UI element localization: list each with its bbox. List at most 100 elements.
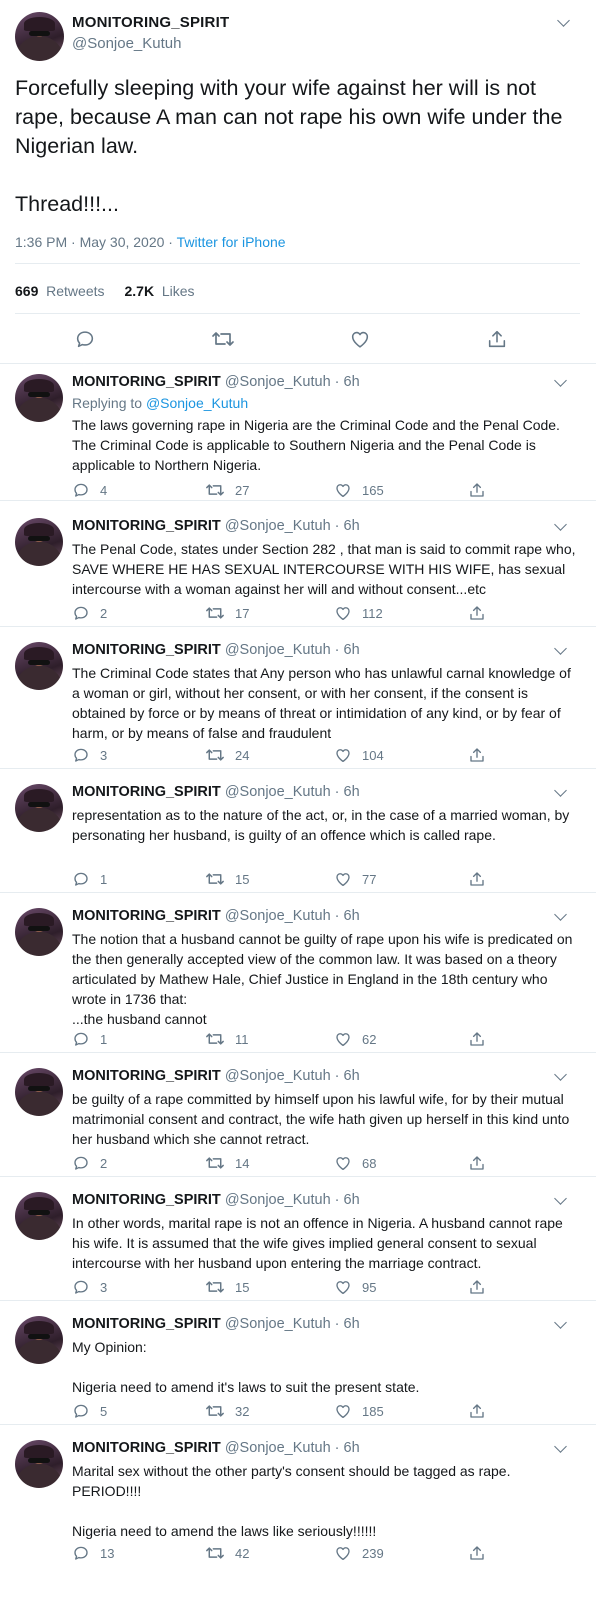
retweet-button[interactable]: 27 [205, 481, 249, 499]
chevron-down-icon[interactable] [554, 1316, 567, 1329]
chevron-down-icon[interactable] [554, 1440, 567, 1453]
chevron-down-icon[interactable] [554, 908, 567, 921]
author-handle-time[interactable]: @Sonjoe_Kutuh · 6h [225, 1440, 360, 1456]
reply-actions: 3 15 95 [72, 1278, 492, 1296]
reply-tweet[interactable]: MONITORING_SPIRIT @Sonjoe_Kutuh · 6h My O… [0, 1310, 596, 1428]
retweet-button[interactable]: 17 [205, 604, 249, 622]
like-button[interactable]: 239 [334, 1544, 384, 1562]
author-name[interactable]: MONITORING_SPIRIT [72, 1192, 221, 1208]
avatar[interactable] [15, 784, 63, 832]
reply-tweet[interactable]: MONITORING_SPIRIT @Sonjoe_Kutuh · 6h Repl… [0, 368, 596, 504]
author-name[interactable]: MONITORING_SPIRIT [72, 1440, 221, 1456]
retweet-button[interactable]: 11 [205, 1030, 249, 1048]
reply-header: MONITORING_SPIRIT @Sonjoe_Kutuh · 6h [72, 1192, 360, 1208]
author-handle-time[interactable]: @Sonjoe_Kutuh · 6h [225, 642, 360, 658]
author-name[interactable]: MONITORING_SPIRIT [72, 14, 229, 31]
avatar[interactable] [15, 374, 63, 422]
chevron-down-icon[interactable] [554, 784, 567, 797]
share-button[interactable] [468, 604, 486, 622]
chevron-down-icon[interactable] [554, 1192, 567, 1205]
like-button[interactable]: 77 [334, 870, 376, 888]
reply-button[interactable]: 3 [72, 1278, 107, 1296]
reply-tweet[interactable]: MONITORING_SPIRIT @Sonjoe_Kutuh · 6h The … [0, 512, 596, 630]
reply-tweet[interactable]: MONITORING_SPIRIT @Sonjoe_Kutuh · 6h In o… [0, 1186, 596, 1304]
retweets-stat[interactable]: 669 Retweets [15, 283, 105, 299]
like-button[interactable]: 104 [334, 746, 384, 764]
heart-icon[interactable] [349, 328, 371, 350]
reply-tweet[interactable]: MONITORING_SPIRIT @Sonjoe_Kutuh · 6h The … [0, 902, 596, 1056]
reply-button[interactable]: 5 [72, 1402, 107, 1420]
author-name[interactable]: MONITORING_SPIRIT [72, 1068, 221, 1084]
reply-button[interactable]: 2 [72, 604, 107, 622]
author-handle-time[interactable]: @Sonjoe_Kutuh · 6h [225, 1316, 360, 1332]
avatar[interactable] [15, 1440, 63, 1488]
chevron-down-icon[interactable] [557, 14, 570, 27]
share-button[interactable] [468, 481, 486, 499]
reply-text: Marital sex without the other party's co… [72, 1463, 511, 1539]
avatar[interactable] [15, 642, 63, 690]
avatar[interactable] [15, 12, 64, 61]
share-button[interactable] [468, 870, 486, 888]
share-button[interactable] [468, 1402, 486, 1420]
reply-tweet[interactable]: MONITORING_SPIRIT @Sonjoe_Kutuh · 6h repr… [0, 778, 596, 896]
heart-icon [334, 1154, 352, 1172]
reply-button[interactable]: 1 [72, 1030, 107, 1048]
like-count: 239 [362, 1545, 384, 1561]
retweet-button[interactable]: 15 [205, 1278, 249, 1296]
chevron-down-icon[interactable] [554, 518, 567, 531]
avatar[interactable] [15, 908, 63, 956]
reply-tweet[interactable]: MONITORING_SPIRIT @Sonjoe_Kutuh · 6h The … [0, 636, 596, 772]
reply-tweet[interactable]: MONITORING_SPIRIT @Sonjoe_Kutuh · 6h Mari… [0, 1434, 596, 1570]
author-name[interactable]: MONITORING_SPIRIT [72, 1316, 221, 1332]
like-button[interactable]: 62 [334, 1030, 376, 1048]
author-name[interactable]: MONITORING_SPIRIT [72, 518, 221, 534]
share-button[interactable] [468, 1154, 486, 1172]
share-button[interactable] [468, 1544, 486, 1562]
share-button[interactable] [468, 746, 486, 764]
like-button[interactable]: 112 [334, 604, 383, 622]
reply-button[interactable]: 4 [72, 481, 107, 499]
retweet-button[interactable]: 14 [205, 1154, 249, 1172]
reply-button[interactable]: 13 [72, 1544, 114, 1562]
share-icon[interactable] [486, 328, 508, 350]
author-handle[interactable]: @Sonjoe_Kutuh [72, 35, 181, 52]
share-button[interactable] [468, 1030, 486, 1048]
reply-button[interactable]: 3 [72, 746, 107, 764]
reply-icon[interactable] [74, 328, 96, 350]
retweet-button[interactable]: 42 [205, 1544, 249, 1562]
reply-button[interactable]: 2 [72, 1154, 107, 1172]
reply-tweet[interactable]: MONITORING_SPIRIT @Sonjoe_Kutuh · 6h be g… [0, 1062, 596, 1180]
reply-button[interactable]: 1 [72, 870, 107, 888]
avatar[interactable] [15, 1068, 63, 1116]
avatar[interactable] [15, 1192, 63, 1240]
reply-count: 4 [100, 482, 108, 498]
author-name[interactable]: MONITORING_SPIRIT [72, 374, 221, 390]
chevron-down-icon[interactable] [554, 374, 567, 387]
likes-stat[interactable]: 2.7K Likes [125, 283, 195, 299]
share-button[interactable] [468, 1278, 486, 1296]
author-handle-time[interactable]: @Sonjoe_Kutuh · 6h [225, 518, 360, 534]
author-name[interactable]: MONITORING_SPIRIT [72, 642, 221, 658]
chevron-down-icon[interactable] [554, 642, 567, 655]
avatar[interactable] [15, 518, 63, 566]
author-handle-time[interactable]: @Sonjoe_Kutuh · 6h [225, 784, 360, 800]
author-name[interactable]: MONITORING_SPIRIT [72, 784, 221, 800]
replying-to-link[interactable]: @Sonjoe_Kutuh [146, 395, 248, 411]
reply-count: 3 [100, 747, 108, 763]
like-button[interactable]: 95 [334, 1278, 376, 1296]
author-handle-time[interactable]: @Sonjoe_Kutuh · 6h [225, 1068, 360, 1084]
chevron-down-icon[interactable] [554, 1068, 567, 1081]
like-button[interactable]: 165 [334, 481, 384, 499]
like-button[interactable]: 185 [334, 1402, 384, 1420]
avatar[interactable] [15, 1316, 63, 1364]
like-button[interactable]: 68 [334, 1154, 376, 1172]
retweet-icon[interactable] [211, 328, 235, 350]
author-handle-time[interactable]: @Sonjoe_Kutuh · 6h [225, 374, 360, 390]
retweet-button[interactable]: 15 [205, 870, 249, 888]
retweet-button[interactable]: 32 [205, 1402, 249, 1420]
author-handle-time[interactable]: @Sonjoe_Kutuh · 6h [225, 908, 360, 924]
retweet-button[interactable]: 24 [205, 746, 249, 764]
author-handle-time[interactable]: @Sonjoe_Kutuh · 6h [225, 1192, 360, 1208]
author-name[interactable]: MONITORING_SPIRIT [72, 908, 221, 924]
tweet-source-link[interactable]: Twitter for iPhone [177, 234, 286, 250]
